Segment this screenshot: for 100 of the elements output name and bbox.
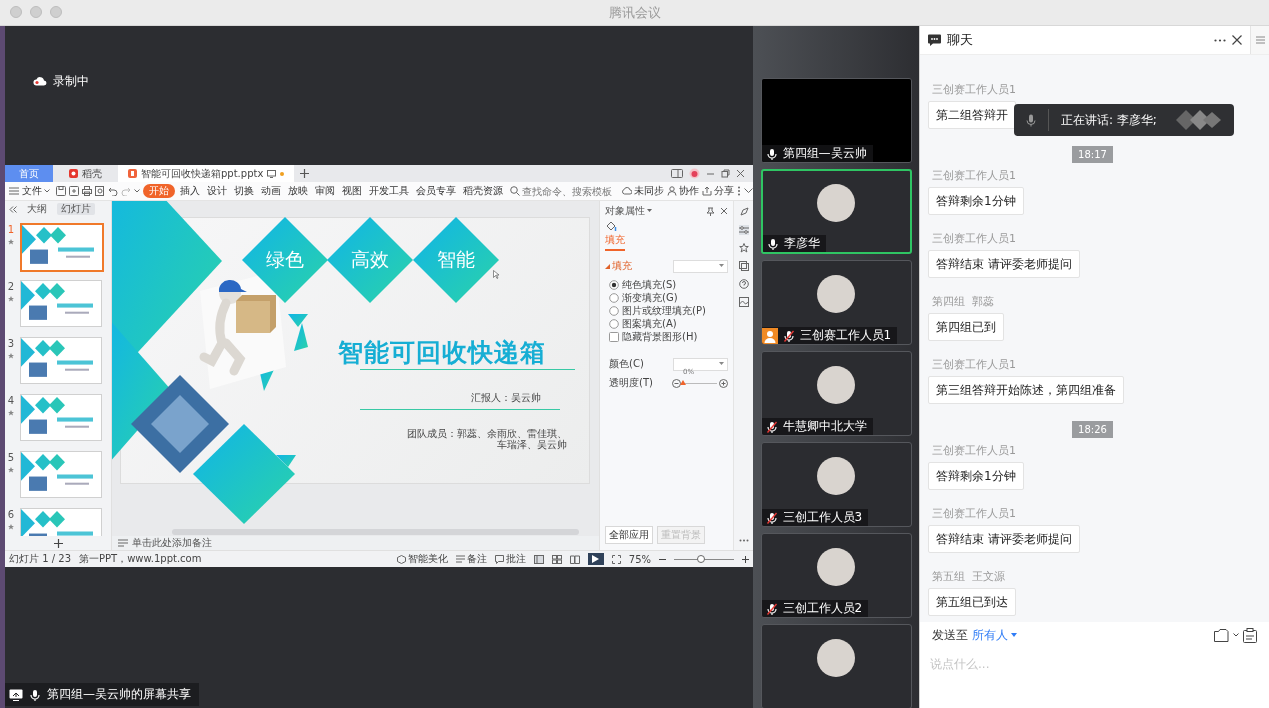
minus-icon[interactable] xyxy=(672,378,681,388)
collapse-icon[interactable] xyxy=(9,205,17,213)
participant-tile[interactable]: 三创工作人员3 xyxy=(760,442,912,527)
panel-button[interactable]: 全部应用 xyxy=(605,526,653,544)
user-avatar-icon[interactable] xyxy=(689,168,700,179)
notes-field[interactable]: 单击此处添加备注 xyxy=(132,536,212,550)
ribbon-tab[interactable]: 会员专享 xyxy=(414,184,458,198)
file-menu-button[interactable]: 文件 xyxy=(22,184,50,198)
sliders-icon[interactable] xyxy=(738,225,749,235)
dropdown-field[interactable] xyxy=(673,259,728,273)
pane-tab[interactable]: 大纲 xyxy=(23,203,51,215)
logo-drawing xyxy=(1176,110,1222,130)
add-tab-icon[interactable] xyxy=(300,169,310,178)
undo-icon[interactable] xyxy=(108,186,118,196)
fill-option[interactable]: 图案填充(A) xyxy=(605,317,728,330)
participant-tile[interactable]: 三创赛工作人员1 xyxy=(760,260,912,345)
ribbon-tab[interactable]: 开发工具 xyxy=(367,184,411,198)
caret-icon[interactable] xyxy=(1233,633,1239,637)
radio-button[interactable] xyxy=(609,318,619,329)
sender-name: 第五组 王文源 xyxy=(932,570,1006,584)
zoom-level[interactable]: 75% xyxy=(628,553,651,565)
slider-thumb[interactable] xyxy=(680,380,686,385)
ribbon-tab[interactable]: 视图 xyxy=(340,184,364,198)
slide-thumbnail[interactable] xyxy=(20,394,102,441)
reading-view-icon[interactable] xyxy=(569,554,580,564)
fill-option[interactable]: 图片或纹理填充(P) xyxy=(605,304,728,317)
close-icon[interactable] xyxy=(720,207,728,215)
participant-tile[interactable]: 牛慧卿中北大学 xyxy=(760,351,912,436)
add-slide-icon[interactable] xyxy=(53,538,63,548)
chevron-down-icon[interactable] xyxy=(744,188,753,194)
notice-icon[interactable] xyxy=(1243,627,1257,643)
restore-icon[interactable] xyxy=(721,169,730,178)
animation-icon[interactable] xyxy=(738,243,749,253)
plus-icon[interactable] xyxy=(742,555,749,563)
ribbon-tab[interactable]: 动画 xyxy=(259,184,283,198)
more-icon[interactable] xyxy=(737,186,741,196)
fill-option[interactable]: 隐藏背景图形(H) xyxy=(605,330,728,343)
pin-icon[interactable] xyxy=(706,206,715,216)
ribbon-tab[interactable]: 切换 xyxy=(232,184,256,198)
chat-bubble-icon xyxy=(928,34,941,46)
document-icon xyxy=(128,169,137,178)
image-icon[interactable] xyxy=(738,297,749,307)
horizontal-scrollbar[interactable] xyxy=(172,529,579,535)
slide-thumbnail[interactable] xyxy=(20,280,102,327)
star-icon xyxy=(8,410,14,416)
participant-name: 李彦华 xyxy=(783,235,820,252)
recipient-dropdown[interactable]: 所有人 xyxy=(972,626,1017,644)
sorter-view-icon[interactable] xyxy=(551,554,562,564)
document-tab[interactable]: 稻壳 xyxy=(59,165,112,182)
window-title: 腾讯会议 xyxy=(608,3,661,22)
help-icon[interactable] xyxy=(738,279,749,289)
more-icon[interactable] xyxy=(738,539,749,542)
checkbox[interactable] xyxy=(609,331,619,342)
beautify-button[interactable]: 智能美化 xyxy=(396,552,448,566)
ribbon-tab[interactable]: 插入 xyxy=(178,184,202,198)
more-icon[interactable] xyxy=(1214,38,1226,42)
plus-icon[interactable] xyxy=(719,378,728,388)
ribbon-tab[interactable]: 审阅 xyxy=(313,184,337,198)
slide-thumbnail[interactable] xyxy=(20,451,102,498)
slide-thumbnail[interactable] xyxy=(20,223,104,272)
radio-button[interactable] xyxy=(609,305,619,316)
notes-button[interactable]: 备注 xyxy=(455,552,487,566)
radio-button[interactable] xyxy=(609,279,619,290)
rocket-icon[interactable] xyxy=(738,207,749,217)
print-icon[interactable] xyxy=(82,186,92,196)
folder-icon[interactable] xyxy=(1214,628,1229,642)
ribbon-tab[interactable]: 设计 xyxy=(205,184,229,198)
panel-icon[interactable] xyxy=(671,169,683,178)
print-preview-icon[interactable] xyxy=(95,186,105,196)
toolbar-action-button[interactable]: 协作 xyxy=(667,184,699,198)
section-header[interactable]: 填充 xyxy=(605,259,632,273)
search-field[interactable]: 查找命令、搜索模板 xyxy=(510,185,616,197)
close-icon[interactable] xyxy=(1232,35,1242,45)
zoom-slider-thumb[interactable] xyxy=(697,554,705,563)
close-icon[interactable] xyxy=(736,169,745,178)
fill-option[interactable]: 渐变填充(G) xyxy=(605,291,728,304)
color-dropdown[interactable] xyxy=(673,357,728,371)
normal-view-icon[interactable] xyxy=(533,554,544,564)
panel-title-dropdown[interactable]: 对象属性 xyxy=(605,204,652,218)
save-icon[interactable] xyxy=(56,186,66,196)
participant-tile[interactable] xyxy=(760,624,912,708)
export-icon[interactable] xyxy=(69,186,79,196)
participant-tile[interactable]: 李彦华 xyxy=(760,169,912,254)
toolbar-action-button[interactable]: 未同步 xyxy=(622,184,664,198)
play-button[interactable] xyxy=(587,553,604,565)
participant-tile[interactable]: 第四组—吴云帅 xyxy=(760,78,912,163)
radio-button[interactable] xyxy=(609,292,619,303)
comments-button[interactable]: 批注 xyxy=(494,552,526,566)
ribbon-tab[interactable]: 稻壳资源 xyxy=(461,184,505,198)
ribbon-tab[interactable]: 放映 xyxy=(286,184,310,198)
copy-icon[interactable] xyxy=(738,261,749,271)
caret-icon[interactable] xyxy=(134,189,140,193)
fill-option[interactable]: 纯色填充(S) xyxy=(605,278,728,291)
fit-icon[interactable] xyxy=(611,554,621,564)
slide-number: 5 xyxy=(7,453,15,463)
toolbar-action-button[interactable]: 分享 xyxy=(702,184,734,198)
slide-thumbnail[interactable] xyxy=(20,337,102,384)
participant-tile[interactable]: 三创工作人员2 xyxy=(760,533,912,618)
pane-tab[interactable]: 幻灯片 xyxy=(57,203,95,215)
document-tab[interactable]: 智能可回收快递箱ppt.pptx xyxy=(118,165,295,182)
